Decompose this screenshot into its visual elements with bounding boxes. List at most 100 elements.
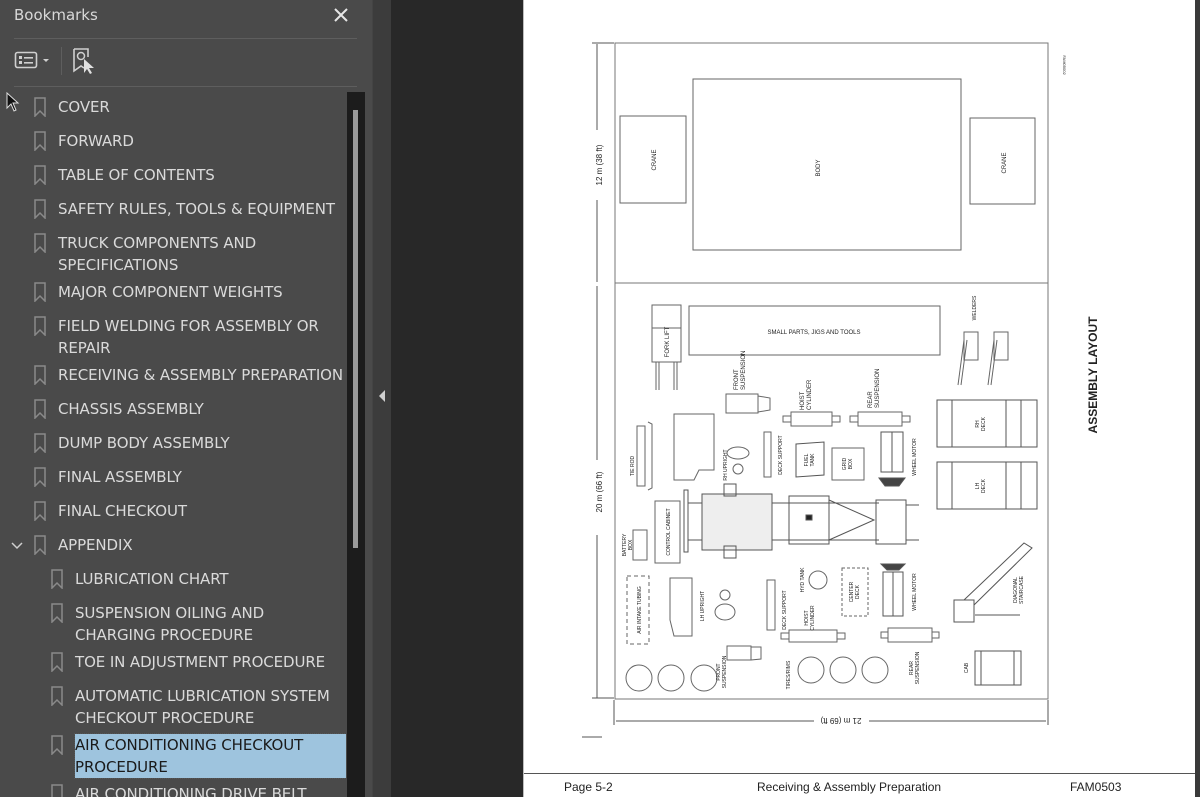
deck-support-bottom	[766, 579, 776, 631]
close-icon	[334, 8, 348, 22]
truck-chassis	[683, 483, 919, 559]
figure-title: ASSEMBLY LAYOUT	[1086, 316, 1100, 434]
bookmark-label: FINAL CHECKOUT	[58, 502, 187, 520]
tie-rod-label: TIE ROD	[630, 455, 636, 476]
panel-splitter[interactable]	[372, 0, 391, 797]
bookmark-item[interactable]: DUMP BODY ASSEMBLY	[0, 432, 346, 454]
collapse-panel-button[interactable]	[377, 388, 387, 402]
rh-upright-label: RH UPRIGHT	[723, 449, 729, 480]
bookmark-item[interactable]: CHASSIS ASSEMBLY	[0, 398, 346, 420]
bookmark-label: SUSPENSION OILING AND CHARGING PROCEDURE	[75, 604, 265, 644]
lh-upright-label: LH UPRIGHT	[700, 591, 706, 621]
bookmark-label: TRUCK COMPONENTS AND SPECIFICATIONS	[58, 234, 257, 274]
footer-doc-code: FAM0503	[1070, 780, 1122, 794]
crane-left-label: CRANE	[652, 149, 658, 170]
grid-box-label: GRIDBOX	[842, 457, 854, 470]
lh-deck-label: LHDECK	[975, 478, 987, 493]
header-divider	[14, 38, 357, 39]
dim-top-label: 12 m (38 ft)	[595, 144, 604, 185]
crane-right-label: CRANE	[1002, 152, 1008, 173]
deck-support-top-label: DECK SUPPORT	[778, 435, 784, 474]
front-suspension-top-label: FRONTSUSPENSION	[734, 351, 747, 390]
bookmark-icon	[51, 784, 63, 797]
bookmark-label: MAJOR COMPONENT WEIGHTS	[58, 283, 283, 301]
bookmark-item[interactable]: FINAL CHECKOUT	[0, 500, 346, 522]
front-suspension-bottom	[726, 645, 762, 661]
bookmark-icon	[34, 535, 46, 556]
bookmark-icon	[51, 735, 63, 756]
wheel-motor-top	[878, 431, 906, 487]
deck-support-top	[763, 431, 772, 478]
bookmark-label: FORWARD	[58, 132, 134, 150]
scrollbar-thumb[interactable]	[353, 110, 358, 548]
bookmark-label: FINAL ASSEMBLY	[58, 468, 182, 486]
bookmark-icon	[34, 316, 46, 337]
bookmark-icon	[34, 199, 46, 220]
bookmark-item[interactable]: APPENDIX	[0, 534, 346, 556]
bookmark-icon	[34, 433, 46, 454]
bookmark-item[interactable]: AUTOMATIC LUBRICATION SYSTEM CHECKOUT PR…	[0, 685, 346, 729]
bookmark-scrollbar[interactable]	[347, 92, 365, 797]
bookmark-item[interactable]: LUBRICATION CHART	[0, 568, 346, 590]
rear-suspension-top-label: REARSUSPENSION	[868, 369, 881, 408]
bookmark-item[interactable]: FINAL ASSEMBLY	[0, 466, 346, 488]
bookmark-label: CHASSIS ASSEMBLY	[58, 400, 204, 418]
bookmark-icon	[34, 165, 46, 186]
cab-label: CAB	[964, 662, 970, 673]
hoist-cylinder-bottom-label: HOISTCYLINDER	[804, 605, 816, 631]
bookmark-tree: COVER FORWARD TABLE OF CONTENTS SAFETY RULE…	[0, 92, 346, 797]
bookmark-options-button[interactable]	[14, 50, 51, 70]
bookmark-item[interactable]: TOE IN ADJUSTMENT PROCEDURE	[0, 651, 346, 673]
close-panel-button[interactable]	[330, 2, 352, 28]
bookmark-label: AIR CONDITIONING DRIVE BELT	[75, 785, 307, 797]
bookmark-item[interactable]: TRUCK COMPONENTS AND SPECIFICATIONS	[0, 232, 346, 276]
body-block	[692, 78, 962, 251]
dim-width-label: 21 m (69 ft)	[820, 716, 861, 725]
footer-page-number: Page 5-2	[564, 780, 613, 794]
footer-rule	[524, 773, 1196, 774]
bookmark-label: RECEIVING & ASSEMBLY PREPARATION	[58, 366, 343, 384]
hoist-cylinder-bottom	[780, 629, 846, 643]
bookmark-item[interactable]: MAJOR COMPONENT WEIGHTS	[0, 281, 346, 303]
bookmark-label: DUMP BODY ASSEMBLY	[58, 434, 230, 452]
toolbar-divider	[14, 86, 357, 87]
cab	[974, 650, 1022, 686]
bookmark-label: TOE IN ADJUSTMENT PROCEDURE	[75, 653, 326, 671]
bookmark-item[interactable]: TABLE OF CONTENTS	[0, 164, 346, 186]
lh-upright	[669, 577, 693, 637]
bookmark-item[interactable]: SAFETY RULES, TOOLS & EQUIPMENT	[0, 198, 346, 220]
bookmark-item[interactable]: FIELD WELDING FOR ASSEMBLY OR REPAIR	[0, 315, 346, 359]
bookmark-item[interactable]: AIR CONDITIONING DRIVE BELT	[0, 783, 346, 797]
bookmark-label: AIR CONDITIONING CHECKOUT PROCEDURE	[74, 733, 346, 779]
bookmark-label: LUBRICATION CHART	[75, 570, 229, 588]
bookmark-item[interactable]: SUSPENSION OILING AND CHARGING PROCEDURE	[0, 602, 346, 646]
small-parts-label: SMALL PARTS, JIGS AND TOOLS	[767, 330, 860, 336]
diagonal-staircase-label: DIAGONALSTAIRCASE	[1013, 575, 1025, 604]
center-deck-label: CENTERDECK	[849, 581, 861, 602]
fuel-tank-label: FUELTANK	[804, 453, 816, 467]
front-suspension-bottom-label: FRONTSUSPENSION	[716, 655, 728, 688]
chevron-down-icon[interactable]	[10, 538, 24, 552]
assembly-layout-figure: 12 m (38 ft) 20 m (66 ft) 21 m (69 ft) C…	[582, 42, 1100, 738]
hoist-cylinder-top-label: HOISTCYLINDER	[800, 379, 813, 410]
bookmark-icon	[51, 686, 63, 707]
rh-upright	[673, 413, 715, 481]
panel-title: Bookmarks	[14, 6, 98, 24]
bookmark-item[interactable]: AIR CONDITIONING CHECKOUT PROCEDURE	[0, 733, 346, 779]
list-options-icon	[14, 51, 38, 69]
bookmark-item[interactable]: RECEIVING & ASSEMBLY PREPARATION	[0, 364, 346, 386]
bookmark-item[interactable]: FORWARD	[0, 130, 346, 152]
pdf-reader-window: Bookmarks COVER FORWARD TABLE OF CONTENT…	[0, 0, 1200, 797]
find-current-bookmark-button[interactable]	[72, 47, 98, 75]
dim-bottom-label: 20 m (66 ft)	[595, 471, 604, 512]
bookmark-icon	[34, 282, 46, 303]
bookmark-label: APPENDIX	[58, 536, 133, 554]
bookmark-label: COVER	[58, 98, 110, 116]
bookmark-label: TABLE OF CONTENTS	[58, 166, 215, 184]
deck-support-bottom-label: DECK SUPPORT	[782, 590, 788, 629]
air-intake-tubing-label: AIR INTAKE TUBING	[637, 586, 643, 634]
bookmark-item[interactable]: COVER	[0, 96, 346, 118]
spindle-top	[726, 446, 750, 475]
document-viewer[interactable]: 12 m (38 ft) 20 m (66 ft) 21 m (69 ft) C…	[391, 0, 1200, 797]
bookmark-icon	[34, 467, 46, 488]
